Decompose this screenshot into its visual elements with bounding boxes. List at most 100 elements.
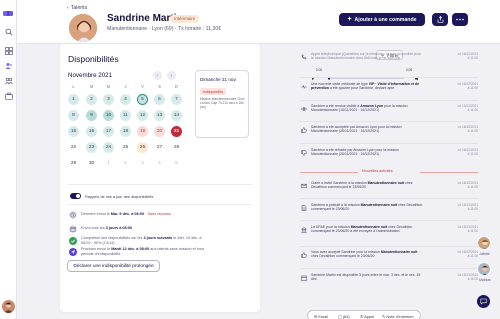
audio-total-time: 0:05 (406, 68, 413, 72)
add-to-order-button[interactable]: + Ajouter à une commande (339, 13, 425, 26)
feed-item-refused: Sandrine a été refusée par Amazon Lyon p… (300, 148, 478, 168)
talent-avatar (68, 13, 98, 43)
history-icon (69, 211, 77, 219)
calendar-day[interactable]: 23 (86, 142, 97, 153)
more-icon (456, 18, 464, 21)
calendar-day[interactable]: 2 (86, 94, 97, 105)
calendar-day[interactable]: 22 (68, 142, 79, 153)
feed-item-accepted: Sandrine a été acceptée par Amazon Lyon … (300, 125, 478, 145)
quick-actions-bar: ✉ Email ▢ (84) ✆ Appel ✎ Note d'entretie… (307, 310, 421, 319)
send-icon (69, 248, 77, 256)
chat-icon (480, 298, 487, 305)
weekday-header: M (89, 84, 94, 89)
prev-month-button[interactable]: ‹ (153, 71, 162, 80)
share-button[interactable] (432, 13, 448, 26)
calendar-day[interactable]: 1 (68, 94, 79, 105)
calendar-day[interactable]: 9 (86, 110, 97, 121)
calendar-day[interactable]: 8 (68, 110, 79, 121)
reminder-toggle[interactable] (70, 193, 81, 199)
building-icon (300, 226, 307, 233)
calendar-day[interactable]: 6 (154, 94, 165, 105)
calendar-day[interactable]: 3 (137, 158, 148, 169)
more-options-button[interactable] (452, 13, 468, 26)
briefcase-icon[interactable] (4, 91, 13, 100)
availability-card: Disponibilités Novembre 2021 ‹ › L M M J V S D… (60, 44, 260, 312)
weekday-header: V (141, 84, 144, 89)
back-link[interactable]: ‹ Talents (67, 5, 87, 11)
calendar-day[interactable]: 27 (154, 142, 165, 153)
reminder-toggle-label: Rappels de mis à jour des disponibilités (85, 193, 154, 199)
app-logo[interactable] (3, 4, 14, 16)
log-completion: Complétion des disponibilités sur les 3 … (81, 236, 202, 245)
weekday-header: L (72, 84, 75, 89)
calendar-day[interactable]: 5 (171, 158, 182, 169)
calendar-day[interactable]: 5 (137, 94, 148, 105)
check-icon (69, 237, 77, 245)
recruiter-avatar-mathias[interactable] (477, 262, 491, 276)
activity-feed: Filtrer Appel téléphonique (Questions su… (300, 44, 478, 319)
calendar-day[interactable]: 28 (171, 142, 182, 153)
add-to-order-label: Ajouter à une commande (354, 16, 417, 23)
calendar-day[interactable]: 30 (86, 158, 97, 169)
calendar-day[interactable]: 11 (120, 110, 131, 121)
calendar-day[interactable]: 25 (120, 142, 131, 153)
calendar-day[interactable]: 18 (120, 126, 131, 137)
feed-item-you-accepted: Vous avez accepté Sandrine pour la missi… (300, 250, 478, 270)
calendar-day[interactable]: 4 (154, 158, 165, 169)
document-icon (300, 204, 307, 211)
calendar-day[interactable]: 4 (120, 94, 131, 105)
declare-unavailability-button[interactable]: Déclarer une indisponibilité prolongée (67, 260, 160, 272)
recruiter-avatar-juliette[interactable] (477, 236, 491, 250)
calendar-day[interactable]: 1 (103, 158, 114, 169)
calendar-day[interactable]: 15 (68, 126, 79, 137)
email-action[interactable]: ✉ Email (314, 314, 328, 319)
eye-icon (300, 105, 307, 112)
calendar-day[interactable]: 19 (137, 126, 148, 137)
weekday-header: M (106, 84, 111, 89)
availability-title: Disponibilités (68, 54, 119, 64)
calendar-day[interactable]: 2 (120, 158, 131, 169)
calendar-day[interactable]: 29 (68, 158, 79, 169)
phone-icon (300, 53, 307, 60)
chat-button[interactable] (477, 295, 490, 308)
recruiter-name: Juliette (479, 252, 490, 256)
feed-item-dpae: La DPAE pour la mission Manutentionnaire… (300, 225, 478, 245)
talents-icon[interactable] (4, 61, 13, 70)
recruiter-name: Mathias (479, 278, 491, 282)
audio-current-time: 0:00 (316, 68, 323, 72)
calendar-day[interactable]: 3 (103, 94, 114, 105)
calendar-day[interactable]: 7 (171, 94, 182, 105)
calendar-icon (300, 274, 307, 281)
mail-icon (300, 182, 307, 189)
next-month-button[interactable]: › (167, 71, 176, 80)
calendar-day[interactable]: 24 (103, 142, 114, 153)
log-frequency: Envoi tous les 3 jours à 08:00 (81, 226, 133, 230)
current-user-avatar[interactable] (2, 300, 15, 313)
call-action[interactable]: ✆ Appel (360, 314, 374, 319)
plus-icon: + (347, 16, 352, 23)
calendar-day[interactable]: 20 (154, 126, 165, 137)
audio-player[interactable]: 0:00 0:05 (311, 68, 423, 81)
calendar-day[interactable]: 26 (137, 142, 148, 153)
calendar-icon (69, 225, 77, 233)
calendar-day[interactable]: 13 (154, 110, 165, 121)
log-next-send: Prochain envoi le Mardi 12 déc. à 08:00 … (81, 247, 205, 256)
calendar-day[interactable]: 21 (171, 126, 182, 137)
heart-pulse-icon (300, 83, 307, 90)
calendar-day[interactable]: 17 (103, 126, 114, 137)
calendar-day[interactable]: 10 (103, 110, 114, 121)
thumbs-up-icon (300, 251, 307, 258)
team-icon[interactable] (4, 76, 13, 85)
calendar-day[interactable]: 12 (137, 110, 148, 121)
calendar-day[interactable]: 14 (171, 110, 182, 121)
day-detail-text: Mission Manutentionnaire Chez Leclerc Ga… (200, 97, 245, 109)
weekday-header: J (124, 84, 127, 89)
sms-action[interactable]: ▢ (84) (338, 314, 350, 319)
interview-note-action[interactable]: ✎ Note d'entretien (382, 314, 414, 319)
search-icon[interactable] (4, 27, 13, 36)
divider (68, 184, 252, 185)
dashboard-icon[interactable] (4, 46, 13, 55)
chevron-left-icon: ‹ (67, 5, 69, 11)
back-link-label: Talents (70, 5, 88, 11)
calendar-day[interactable]: 16 (86, 126, 97, 137)
